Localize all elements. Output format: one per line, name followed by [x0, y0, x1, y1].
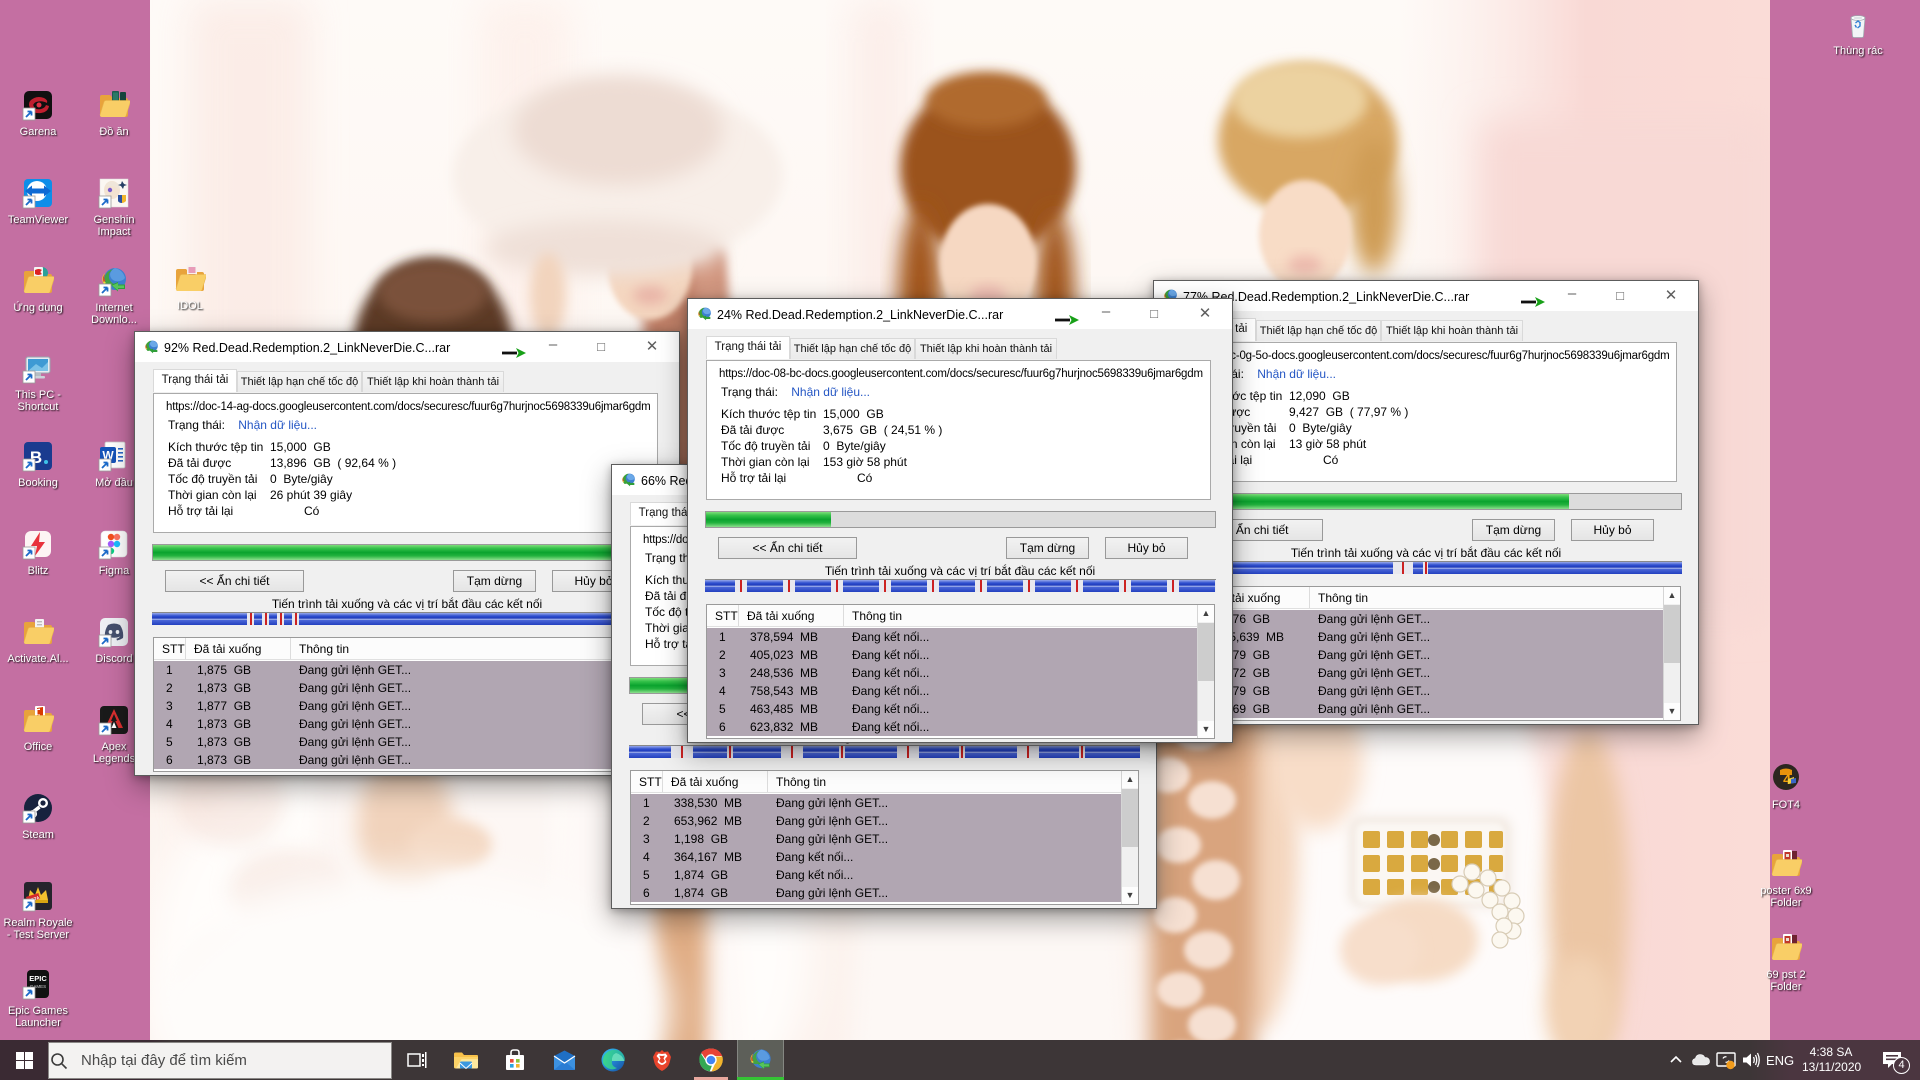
svg-text:EPIC: EPIC: [29, 974, 47, 983]
